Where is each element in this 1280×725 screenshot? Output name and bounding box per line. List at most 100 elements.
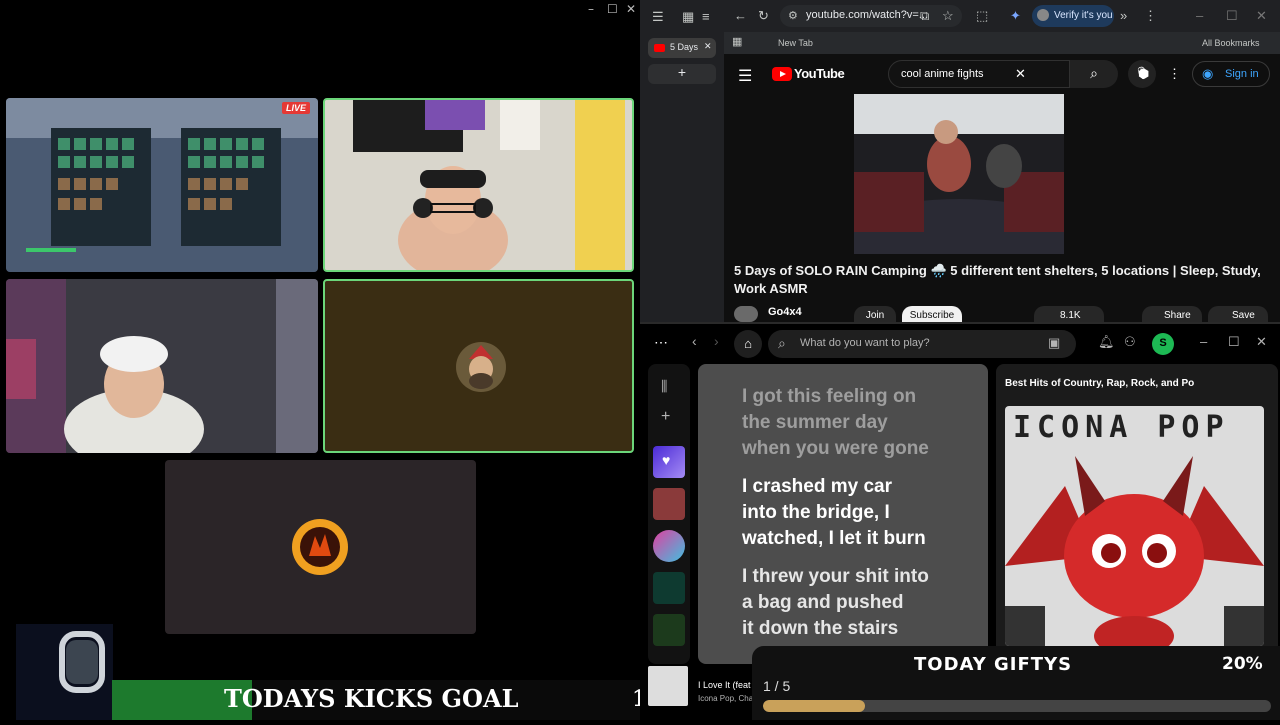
lyric-line[interactable]: a bag and pushed [742,590,988,616]
channel-avatar[interactable] [734,306,758,322]
playlist-thumb-2[interactable] [653,530,685,562]
cast-icon[interactable]: ⧉ [920,8,929,24]
more-tabs-icon[interactable]: » [1120,8,1127,23]
spotify-search-input[interactable]: ⌕ What do you want to play? ▣ [768,330,1076,358]
all-bookmarks-link[interactable]: All Bookmarks [1202,38,1260,48]
playlist-thumb-1[interactable] [653,488,685,520]
spotify-maximize-button[interactable]: ☐ [1228,334,1240,350]
gemini-icon[interactable]: ✦ [1010,8,1021,24]
playlist-thumb-4[interactable] [653,614,685,646]
lyric-line[interactable]: I got this feeling on [742,384,988,410]
tab-close-icon[interactable]: ✕ [704,41,712,52]
user-avatar[interactable]: S [1152,333,1174,355]
search-query: cool anime fights [901,68,984,80]
lyric-line-active[interactable]: into the bridge, I [742,500,988,526]
clear-search-icon[interactable]: ✕ [1015,66,1026,82]
bookmark-star-icon[interactable]: ☆ [942,8,954,24]
subscribe-button[interactable]: Subscribe [902,306,962,322]
spotify-close-button[interactable]: ✕ [1256,334,1267,350]
sign-in-label: Sign in [1225,68,1259,80]
kicks-goal-label: TODAYS KICKS GOAL [224,684,519,713]
lyric-line[interactable]: I threw your shit into [742,564,988,590]
playlist-title[interactable]: Best Hits of Country, Rap, Rock, and Po [1005,378,1195,389]
watch-icon [59,631,105,693]
spotify-menu-dots-icon[interactable]: ⋯ [654,334,668,351]
now-playing-artist[interactable]: Icona Pop, Cha [698,694,753,703]
create-icon[interactable]: ⬢ [1138,66,1149,82]
nav-forward-icon[interactable]: › [714,333,719,349]
your-library-icon[interactable]: ⫼ [661,378,667,395]
home-icon[interactable]: ⌂ [734,330,762,358]
nav-back-icon[interactable]: ‹ [692,333,697,349]
search-placeholder: What do you want to play? [800,337,930,349]
bookmark-new-tab[interactable]: New Tab [778,38,813,48]
address-bar[interactable]: ⚙ youtube.com/watch?v=... [780,5,962,27]
call-window: – ☐ ✕ LIVE TODAYS KICKS GOAL [0,0,693,720]
youtube-menu-icon[interactable]: ☰ [738,66,752,86]
lyric-line[interactable]: when you were gone [742,436,988,462]
video-tile-webcam-1[interactable] [323,98,634,272]
tab-search-icon[interactable]: ≡ [702,9,710,24]
lyric-line[interactable]: the summer day [742,410,988,436]
browse-icon[interactable]: ▣ [1048,335,1060,351]
verify-its-you-chip[interactable]: Verify it's you [1032,5,1114,27]
extensions-icon[interactable]: ⬚ [976,8,988,24]
share-button[interactable]: Share [1142,306,1202,322]
youtube-logo-icon[interactable] [772,67,792,81]
window-maximize-button[interactable]: ☐ [1226,8,1238,24]
join-button[interactable]: Join [854,306,896,322]
close-button[interactable]: ✕ [626,2,636,16]
red-dragon-illustration [1005,456,1264,646]
like-button[interactable]: 8.1K [1034,306,1104,322]
reload-icon[interactable]: ↻ [758,8,769,24]
lyric-line-active[interactable]: I crashed my car [742,474,988,500]
settings-dots-icon[interactable]: ⋮ [1168,66,1181,82]
overlay-watch-image [16,624,113,720]
notifications-bell-icon[interactable]: 🔔︎ [1098,334,1115,350]
game-inventory-thumbnail [6,98,318,272]
lyrics-panel: I got this feeling on the summer day whe… [698,364,988,664]
channel-name[interactable]: Go4x4 [768,306,802,318]
youtube-search-input[interactable]: cool anime fights ✕ [888,60,1070,88]
window-minimize-button[interactable]: – [1196,8,1203,23]
video-tile-game-stream[interactable]: LIVE [6,98,318,272]
lyric-line-active[interactable]: watched, I let it burn [742,526,988,552]
video-tile-webcam-2[interactable] [6,279,318,453]
apps-grid-icon[interactable]: ▦ [732,35,742,48]
heart-icon: ♥ [662,452,671,468]
video-player[interactable] [829,94,1089,289]
lyric-line[interactable]: it down the stairs [742,616,988,642]
minimize-button[interactable]: – [588,2,594,16]
fire-orb-avatar-icon [292,519,348,575]
youtube-logo-text[interactable]: YouTube [794,66,845,81]
menu-dots-icon[interactable]: ⋮ [1144,8,1157,24]
create-playlist-icon[interactable]: + [661,408,670,426]
sign-in-button[interactable]: ◉ Sign in [1192,61,1270,87]
now-playing-view: Best Hits of Country, Rap, Rock, and Po … [996,364,1278,664]
back-icon[interactable]: ← [734,8,747,23]
browser-toolbar: ☰ ▦ ≡ ← ↻ ⚙ youtube.com/watch?v=... ⧉ ☆ … [640,0,1280,32]
search-button[interactable]: ⌕ [1070,60,1118,88]
spotify-minimize-button[interactable]: – [1200,334,1207,349]
webcam-person-hat [6,279,318,453]
user-avatar-icon [456,342,506,392]
maximize-button[interactable]: ☐ [607,2,618,16]
album-art: ICONA POP [1005,406,1264,646]
video-title: 5 Days of SOLO RAIN Camping 🌧️ 5 differe… [734,263,1261,296]
video-tile-avatar-2[interactable] [165,460,476,634]
tab-youtube-video[interactable]: 5 Days ✕ [648,38,716,58]
window-close-button[interactable]: ✕ [1256,8,1267,24]
giftys-progress-track [763,700,1271,712]
giftys-progress-fill [763,700,865,712]
sidebar-toggle-icon[interactable]: ☰ [652,9,664,25]
liked-songs-thumb[interactable]: ♥ [653,446,685,478]
save-button[interactable]: Save [1208,306,1268,322]
now-playing-cover[interactable] [648,666,688,706]
playlist-thumb-3[interactable] [653,572,685,604]
now-playing-title[interactable]: I Love It (feat [698,680,751,690]
site-info-icon[interactable]: ⚙ [788,9,798,22]
video-tile-avatar-1[interactable] [323,279,634,453]
tab-grid-icon[interactable]: ▦ [682,9,694,25]
new-tab-button[interactable]: + [648,64,716,84]
friend-activity-icon[interactable]: ⚇ [1124,334,1136,350]
